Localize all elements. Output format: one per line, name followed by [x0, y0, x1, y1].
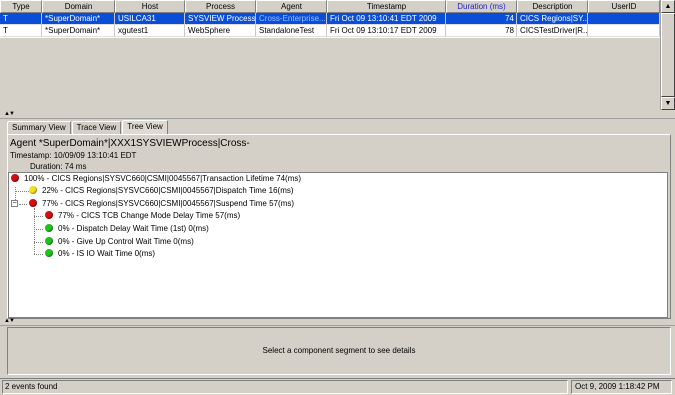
table-vertical-scrollbar[interactable]: ▲ ▼ [660, 0, 675, 110]
triangle-down-icon[interactable]: ▼ [661, 97, 675, 110]
cell-domain: *SuperDomain* [42, 13, 115, 25]
cell-domain: *SuperDomain* [42, 25, 115, 37]
cell-process: WebSphere [185, 25, 256, 37]
cell-timestamp: Fri Oct 09 13:10:41 EDT 2009 [327, 13, 446, 25]
status-bar: 2 events found Oct 9, 2009 1:18:42 PM [0, 378, 675, 395]
status-red-icon [11, 174, 19, 182]
tree-node[interactable]: 100% - CICS Regions|SYSVC660|CSMI|004556… [11, 173, 301, 185]
details-panel: Select a component segment to see detail… [7, 327, 671, 375]
table-empty-area [0, 38, 660, 110]
tree-view-panel: Agent *SuperDomain*|XXX1SYSVIEWProcess|C… [7, 134, 671, 319]
triangle-up-icon[interactable]: ▲ [661, 0, 675, 13]
timestamp-label: Timestamp: 10/09/09 13:10:41 EDT [10, 151, 137, 160]
events-count: 2 events found [2, 380, 568, 394]
tree-node[interactable]: 77% - CICS Regions|SYSVC660|CSMI|0045567… [29, 198, 294, 210]
cell-host: USILCA31 [115, 13, 185, 25]
cell-timestamp: Fri Oct 09 13:10:17 EDT 2009 [327, 25, 446, 37]
cell-type: T [0, 25, 42, 37]
tree-connector [34, 254, 43, 255]
tree-node-label: 0% - Dispatch Delay Wait Time (1st) 0(ms… [58, 224, 209, 233]
column-header-timestamp[interactable]: Timestamp [327, 0, 446, 13]
status-green-icon [45, 249, 53, 257]
column-header-host[interactable]: Host [115, 0, 185, 13]
column-header-agent[interactable]: Agent [256, 0, 327, 13]
status-yellow-icon [29, 186, 37, 194]
tab-summary-view[interactable]: Summary View [7, 121, 71, 134]
details-message: Select a component segment to see detail… [262, 346, 416, 355]
minus-expander-icon[interactable]: − [11, 200, 18, 207]
tree-connector [34, 216, 43, 217]
split-arrows-icon[interactable]: ▲▼ [4, 318, 15, 324]
cell-agent: Cross-Enterprise... [256, 13, 327, 25]
view-tabs: Summary View Trace View Tree View [7, 120, 169, 134]
tab-tree-view[interactable]: Tree View [122, 120, 168, 134]
cell-agent: StandaloneTest [256, 25, 327, 37]
split-arrows-icon[interactable]: ▲▼ [4, 111, 15, 117]
component-tree: 100% - CICS Regions|SYSVC660|CSMI|004556… [8, 172, 668, 318]
table-row[interactable]: T *SuperDomain* xgutest1 WebSphere Stand… [0, 25, 660, 37]
duration-label: Duration: 74 ms [30, 162, 87, 171]
column-header-type[interactable]: Type [0, 0, 42, 13]
status-red-icon [29, 199, 37, 207]
tree-connector [34, 229, 43, 230]
tree-node-label: 77% - CICS TCB Change Mode Delay Time 57… [58, 211, 241, 220]
status-green-icon [45, 237, 53, 245]
cell-duration: 78 [446, 25, 517, 37]
tree-node[interactable]: 22% - CICS Regions|SYSVC660|CSMI|0045567… [29, 185, 294, 197]
tab-trace-view[interactable]: Trace View [71, 121, 122, 134]
splitter-bottom[interactable]: ▲▼ [0, 318, 675, 326]
status-datetime: Oct 9, 2009 1:18:42 PM [571, 380, 672, 394]
status-red-icon [45, 211, 53, 219]
tree-connector [34, 208, 35, 254]
tree-node-label: 0% - Give Up Control Wait Time 0(ms) [58, 237, 194, 246]
column-header-domain[interactable]: Domain [42, 0, 115, 13]
cell-host: xgutest1 [115, 25, 185, 37]
table-row[interactable]: T *SuperDomain* USILCA31 SYSVIEW Process… [0, 13, 660, 25]
table-header: Type Domain Host Process Agent Timestamp… [0, 0, 660, 13]
tree-node-label: 100% - CICS Regions|SYSVC660|CSMI|004556… [24, 174, 302, 183]
cell-userid [588, 13, 660, 25]
status-green-icon [45, 224, 53, 232]
agent-title: Agent *SuperDomain*|XXX1SYSVIEWProcess|C… [10, 138, 250, 149]
tree-connector [34, 242, 43, 243]
cell-type: T [0, 13, 42, 25]
tree-connector [19, 204, 27, 205]
tree-node-label: 77% - CICS Regions|SYSVC660|CSMI|0045567… [42, 199, 294, 208]
cell-description: CICS Regions|SY... [517, 13, 588, 25]
tree-connector [15, 191, 29, 192]
column-header-process[interactable]: Process [185, 0, 256, 13]
splitter-top[interactable]: ▲▼ [0, 111, 675, 119]
tree-node-label: 22% - CICS Regions|SYSVC660|CSMI|0045567… [42, 186, 294, 195]
column-header-duration[interactable]: Duration (ms) [446, 0, 517, 13]
scrollbar-thumb[interactable] [661, 13, 675, 97]
tree-node[interactable]: 77% - CICS TCB Change Mode Delay Time 57… [45, 210, 240, 222]
cell-userid [588, 25, 660, 37]
column-header-description[interactable]: Description [517, 0, 588, 13]
cell-duration: 74 [446, 13, 517, 25]
tree-node[interactable]: 0% - Give Up Control Wait Time 0(ms) [45, 236, 194, 248]
cell-description: CICSTestDriver|R... [517, 25, 588, 37]
column-header-userid[interactable]: UserID [588, 0, 660, 13]
events-table: Type Domain Host Process Agent Timestamp… [0, 0, 675, 112]
tree-node[interactable]: 0% - IS IO Wait Time 0(ms) [45, 248, 155, 260]
tree-node[interactable]: 0% - Dispatch Delay Wait Time (1st) 0(ms… [45, 223, 209, 235]
tree-node-label: 0% - IS IO Wait Time 0(ms) [58, 249, 156, 258]
cell-process: SYSVIEW Process [185, 13, 256, 25]
